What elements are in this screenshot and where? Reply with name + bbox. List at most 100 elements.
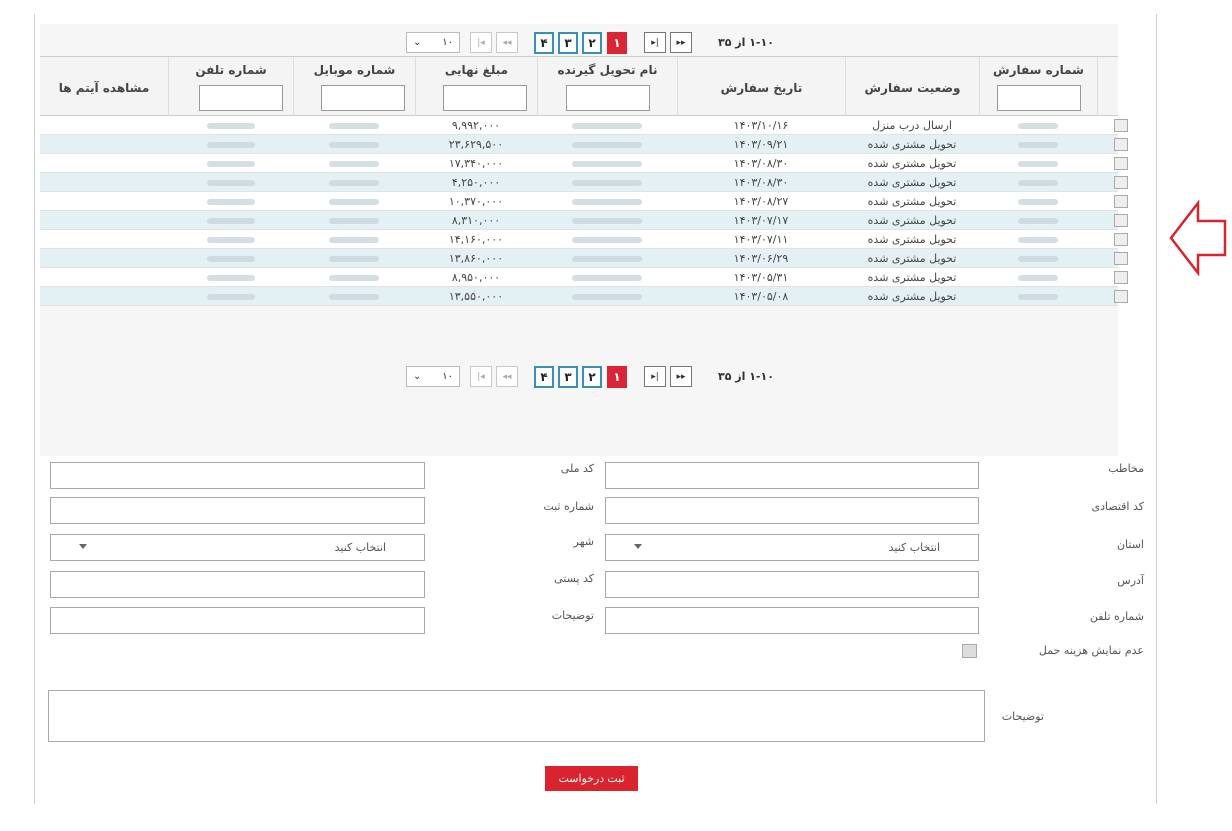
page-size-select[interactable]: ⌄ ۱۰	[406, 366, 460, 387]
row-checkbox[interactable]	[1114, 252, 1128, 265]
cell-view-items	[40, 173, 168, 192]
redacted-text	[206, 142, 255, 148]
row-checkbox[interactable]	[1114, 176, 1128, 189]
row-checkbox[interactable]	[1114, 214, 1128, 227]
contact-field[interactable]	[605, 462, 979, 489]
table-row[interactable]: ۸,۹۵۰,۰۰۰ ۱۴۰۳/۰۵/۳۱ تحویل مشتری شده	[40, 268, 1128, 287]
cell-redacted	[979, 249, 1097, 268]
submit-request-button[interactable]: ثبت درخواست	[545, 766, 638, 791]
table-row[interactable]: ۹,۹۹۲,۰۰۰ ۱۴۰۳/۱۰/۱۶ ارسال درب منزل	[40, 116, 1128, 135]
page-1-button[interactable]: ۱	[607, 32, 627, 54]
header-recipient: نام تحویل گیرنده	[537, 57, 677, 117]
next-page-icon[interactable]: ▸|	[644, 366, 666, 387]
cell-redacted	[168, 230, 293, 249]
row-checkbox[interactable]	[1114, 138, 1128, 151]
cell-status: تحویل مشتری شده	[867, 157, 957, 170]
page-2-button[interactable]: ۲	[582, 366, 602, 388]
dropdown-arrow-icon	[634, 544, 642, 549]
page-size-select[interactable]: ⌄ ۱۰	[406, 32, 460, 53]
cell-redacted	[168, 173, 293, 192]
amount-filter-input[interactable]	[443, 85, 527, 111]
cell-redacted	[979, 287, 1097, 306]
national-id-field[interactable]	[50, 462, 425, 489]
province-select[interactable]: انتخاب کنید	[605, 534, 979, 561]
row-checkbox[interactable]	[1114, 119, 1128, 132]
redacted-text	[206, 199, 255, 205]
cell-redacted	[979, 192, 1097, 211]
cell-status: تحویل مشتری شده	[867, 176, 957, 189]
cell-redacted	[168, 192, 293, 211]
mobile-filter-input[interactable]	[321, 85, 405, 111]
first-page-icon[interactable]: |◂	[470, 32, 492, 53]
postal-code-field[interactable]	[50, 571, 425, 598]
table-row[interactable]: ۱۳,۸۶۰,۰۰۰ ۱۴۰۳/۰۶/۲۹ تحویل مشتری شده	[40, 249, 1128, 268]
prev-page-icon[interactable]: ◂◂	[496, 366, 518, 387]
phone-filter-input[interactable]	[199, 85, 283, 111]
cell-redacted	[168, 154, 293, 173]
last-page-icon[interactable]: ▸▸	[670, 32, 692, 53]
first-page-icon[interactable]: |◂	[470, 366, 492, 387]
province-label: استان	[1116, 538, 1144, 551]
cell-amount: ۱۳,۵۵۰,۰۰۰	[448, 290, 504, 303]
page-2-button[interactable]: ۲	[582, 32, 602, 54]
table-row[interactable]: ۴,۲۵۰,۰۰۰ ۱۴۰۳/۰۸/۳۰ تحویل مشتری شده	[40, 173, 1128, 192]
redacted-text	[329, 180, 379, 186]
city-select[interactable]: انتخاب کنید	[50, 534, 425, 561]
redacted-text	[572, 142, 642, 148]
notes-field[interactable]	[50, 607, 425, 634]
redacted-text	[1018, 294, 1058, 300]
page-4-button[interactable]: ۴	[534, 366, 554, 388]
cell-date: ۱۴۰۳/۰۸/۳۰	[733, 157, 789, 170]
right-border	[1156, 14, 1157, 804]
description-textarea[interactable]	[48, 690, 985, 742]
cell-date: ۱۴۰۳/۰۵/۳۱	[733, 271, 789, 284]
page-3-button[interactable]: ۳	[558, 366, 578, 388]
redacted-text	[1018, 161, 1058, 167]
cell-date: ۱۴۰۳/۰۷/۱۱	[733, 233, 789, 246]
economic-code-field[interactable]	[605, 497, 979, 524]
row-checkbox[interactable]	[1114, 271, 1128, 284]
registration-number-field[interactable]	[50, 497, 425, 524]
row-checkbox[interactable]	[1114, 233, 1128, 246]
row-checkbox[interactable]	[1114, 195, 1128, 208]
table-row[interactable]: ۲۳,۶۲۹,۵۰۰ ۱۴۰۳/۰۹/۲۱ تحویل مشتری شده	[40, 135, 1128, 154]
cell-redacted	[537, 154, 677, 173]
page-4-button[interactable]: ۴	[534, 32, 554, 54]
cell-view-items	[40, 192, 168, 211]
page-3-button[interactable]: ۳	[558, 32, 578, 54]
next-page-icon[interactable]: ▸|	[644, 32, 666, 53]
left-border	[34, 14, 35, 804]
phone-field[interactable]	[605, 607, 979, 634]
hide-shipping-checkbox[interactable]	[962, 644, 977, 658]
pager-bottom: ⌄ ۱۰ |◂ ◂◂ ۴ ۳ ۲ ۱ ▸| ▸▸ ۱-۱۰ از ۳۵	[40, 362, 1118, 392]
cell-view-items	[40, 230, 168, 249]
redacted-text	[572, 256, 642, 262]
page-1-button[interactable]: ۱	[607, 366, 627, 388]
table-row[interactable]: ۱۰,۳۷۰,۰۰۰ ۱۴۰۳/۰۸/۲۷ تحویل مشتری شده	[40, 192, 1128, 211]
last-page-icon[interactable]: ▸▸	[670, 366, 692, 387]
table-row[interactable]: ۱۳,۵۵۰,۰۰۰ ۱۴۰۳/۰۵/۰۸ تحویل مشتری شده	[40, 287, 1128, 306]
table-row[interactable]: ۸,۳۱۰,۰۰۰ ۱۴۰۳/۰۷/۱۷ تحویل مشتری شده	[40, 211, 1128, 230]
table-row[interactable]: ۱۷,۳۴۰,۰۰۰ ۱۴۰۳/۰۸/۳۰ تحویل مشتری شده	[40, 154, 1128, 173]
row-checkbox[interactable]	[1114, 290, 1128, 303]
cell-view-items	[40, 249, 168, 268]
recipient-filter-input[interactable]	[566, 85, 650, 111]
cell-redacted	[979, 230, 1097, 249]
address-label: آدرس	[1117, 574, 1144, 587]
cell-date: ۱۴۰۳/۱۰/۱۶	[733, 119, 789, 132]
redacted-text	[572, 199, 642, 205]
chevron-down-icon: ⌄	[413, 37, 422, 48]
cell-redacted	[537, 173, 677, 192]
redacted-text	[329, 161, 379, 167]
header-phone: شماره تلفن	[168, 57, 293, 117]
cell-date: ۱۴۰۳/۰۸/۳۰	[733, 176, 789, 189]
address-field[interactable]	[605, 571, 979, 598]
prev-page-icon[interactable]: ◂◂	[496, 32, 518, 53]
redacted-text	[329, 218, 379, 224]
cell-date: ۱۴۰۳/۰۹/۲۱	[733, 138, 789, 151]
cell-amount: ۸,۹۵۰,۰۰۰	[451, 271, 501, 284]
cell-redacted	[979, 268, 1097, 287]
row-checkbox[interactable]	[1114, 157, 1128, 170]
order-number-filter-input[interactable]	[997, 85, 1081, 111]
table-row[interactable]: ۱۴,۱۶۰,۰۰۰ ۱۴۰۳/۰۷/۱۱ تحویل مشتری شده	[40, 230, 1128, 249]
